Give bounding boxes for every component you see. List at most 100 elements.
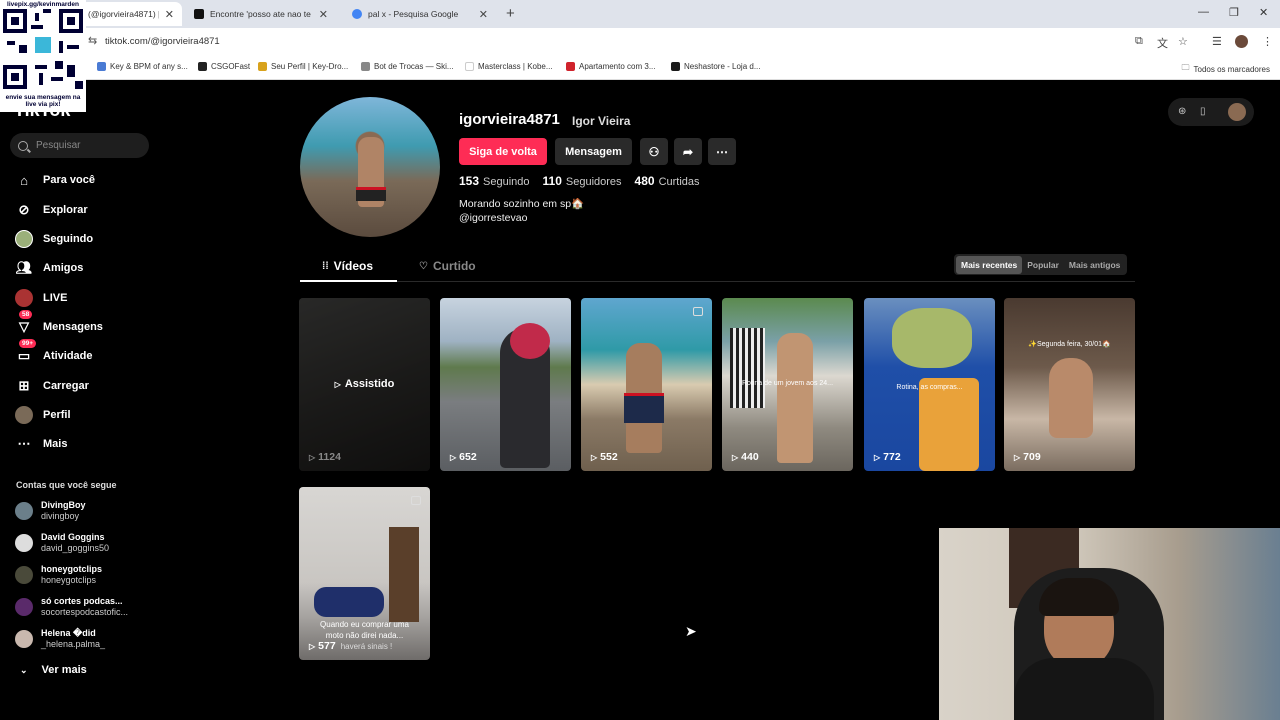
nav-live[interactable]: LIVE: [15, 288, 67, 308]
more-options-icon[interactable]: ⋯: [708, 138, 736, 165]
all-bookmarks-folder[interactable]: 🗀 Todos os marcadores: [1182, 62, 1270, 76]
stream-qr-overlay: livepix.gg/kevinmarden envie sua mensage…: [0, 0, 86, 112]
video-card[interactable]: Rotina, as compras... ▷ 772: [864, 298, 995, 471]
following-avatar: [15, 230, 33, 248]
profile-stats: 153 Seguindo 110 Seguidores 480 Curtidas: [459, 174, 713, 188]
share-icon[interactable]: ➦: [674, 138, 702, 165]
video-caption-line: moto não direi nada...: [325, 631, 404, 640]
bookmark-item[interactable]: Key & BPM of any s...: [97, 62, 188, 71]
bookmark-item[interactable]: Apartamento com 3...: [566, 62, 655, 71]
bookmark-star-icon[interactable]: ☆: [1178, 35, 1188, 48]
nav-following[interactable]: Seguindo: [15, 229, 93, 249]
restore-icon[interactable]: ❐: [1229, 6, 1239, 19]
add-friend-icon[interactable]: ⚇: [640, 138, 668, 165]
translate-icon[interactable]: 文: [1157, 35, 1168, 51]
cast-icon[interactable]: ⧉: [1135, 35, 1143, 48]
message-button[interactable]: Mensagem: [555, 138, 632, 165]
url-text[interactable]: tiktok.com/@igorvieira4871: [105, 36, 220, 47]
profile-avatar-large[interactable]: [300, 97, 440, 237]
bio-mention[interactable]: @igorrestevao: [459, 211, 584, 225]
bookmark-label: Masterclass | Kobe...: [478, 62, 553, 71]
bookmark-item[interactable]: Bot de Trocas — Ski...: [361, 62, 454, 71]
bookmark-item[interactable]: Neshastore - Loja d...: [671, 62, 760, 71]
bookmark-label: CSGOFast: [211, 62, 251, 71]
tab-liked[interactable]: ♡ Curtido: [419, 259, 476, 273]
bookmark-item[interactable]: Seu Perfil | Key-Dro...: [258, 62, 348, 71]
site-info-icon[interactable]: ⇆: [88, 34, 97, 47]
browser-tab-google[interactable]: pal x - Pesquisa Google ✕: [344, 2, 496, 26]
followed-account[interactable]: Helena �did _helena.palma_: [15, 628, 105, 650]
new-tab-icon[interactable]: +: [506, 5, 515, 22]
sort-popular[interactable]: Popular: [1022, 256, 1064, 274]
qr-code-icon: [3, 9, 83, 89]
bookmarks-bar: Key & BPM of any s... CSGOFast Seu Perfi…: [0, 55, 1280, 80]
reading-list-icon[interactable]: ☰: [1212, 35, 1222, 48]
browser-tab-tiktok[interactable]: (@igorvieira4871) | T ✕: [80, 2, 182, 26]
video-card[interactable]: Quando eu comprar uma moto não direi nad…: [299, 487, 430, 660]
tab-label: Vídeos: [333, 259, 374, 273]
search-box[interactable]: [10, 133, 149, 158]
nav-explore[interactable]: ⊘ Explorar: [15, 200, 88, 220]
clothes-figure: [730, 328, 765, 408]
profile-display-name: Igor Vieira: [572, 114, 631, 128]
person-figure: [777, 333, 813, 463]
followed-account[interactable]: DivingBoy divingboy: [15, 500, 86, 522]
nav-messages[interactable]: ▽ 58 Mensagens: [15, 310, 103, 337]
sort-oldest[interactable]: Mais antigos: [1064, 256, 1125, 274]
see-more-button[interactable]: ⌄ Ver mais: [20, 664, 87, 676]
likes-count: 480: [634, 174, 655, 188]
close-tab-icon[interactable]: ✕: [479, 8, 488, 21]
close-tab-icon[interactable]: ✕: [165, 8, 174, 21]
tab-title: (@igorvieira4871) | T: [88, 9, 159, 19]
tiktok-favicon-icon: [194, 9, 204, 19]
following-section-title: Contas que você segue: [16, 480, 117, 490]
bookmark-favicon-icon: [566, 62, 575, 71]
follow-back-button[interactable]: Siga de volta: [459, 138, 547, 165]
all-bookmarks-label: Todos os marcadores: [1193, 64, 1270, 74]
shorts-figure: [624, 393, 664, 423]
following-label: Seguindo: [483, 176, 530, 188]
following-stat[interactable]: 153 Seguindo: [459, 174, 530, 188]
browser-tab-bar: (@igorvieira4871) | T ✕ Encontre 'posso …: [0, 0, 1280, 28]
bookmark-item[interactable]: Masterclass | Kobe...: [465, 62, 553, 71]
photo-post-icon: [411, 496, 421, 505]
browser-profile-avatar[interactable]: [1235, 35, 1248, 48]
profile-bio: Morando sozinho em sp🏠 @igorrestevao: [459, 197, 584, 225]
video-card[interactable]: Rotina de um jovem aos 24... ▷ 440: [722, 298, 853, 471]
followed-account[interactable]: só cortes podcas... socortespodcastofic..…: [15, 596, 128, 618]
nav-activity[interactable]: ▭ 99+ Atividade: [15, 339, 93, 366]
video-card[interactable]: ▷ Assistido ▷ 1124: [299, 298, 430, 471]
followers-stat[interactable]: 110 Seguidores: [543, 174, 622, 188]
browser-menu-icon[interactable]: ⋮: [1262, 35, 1273, 48]
followed-account[interactable]: David Goggins david_goggins50: [15, 532, 109, 554]
friends-icon: 👥︎: [15, 260, 33, 275]
package-figure: [919, 378, 979, 471]
browser-tab-encontre[interactable]: Encontre 'posso ate nao te da' ✕: [186, 2, 336, 26]
nav-more[interactable]: ⋯ Mais: [15, 434, 68, 454]
video-card[interactable]: ▷ 552: [581, 298, 712, 471]
close-window-icon[interactable]: ✕: [1259, 6, 1268, 19]
nav-upload[interactable]: ⊞ Carregar: [15, 376, 89, 396]
search-input[interactable]: [36, 140, 136, 151]
tab-title: Encontre 'posso ate nao te da': [210, 9, 313, 19]
device-icon[interactable]: ▯: [1200, 106, 1206, 117]
followed-account[interactable]: honeygotclips honeygotclips: [15, 564, 102, 586]
activity-icon: ▭ 99+: [15, 339, 37, 365]
header-actions: ⊛ ▯: [1168, 98, 1254, 126]
sort-recent[interactable]: Mais recentes: [956, 255, 1023, 274]
coins-icon[interactable]: ⊛: [1178, 106, 1186, 117]
close-tab-icon[interactable]: ✕: [319, 8, 328, 21]
video-card[interactable]: ▷ 652: [440, 298, 571, 471]
video-card[interactable]: ✨Segunda feira, 30/01🏠 ▷ 709: [1004, 298, 1135, 471]
home-icon: ⌂: [20, 172, 28, 188]
bookmark-item[interactable]: CSGOFast: [198, 62, 250, 71]
nav-profile[interactable]: Perfil: [15, 405, 71, 425]
user-avatar[interactable]: [1228, 103, 1246, 121]
bookmark-favicon-icon: [465, 62, 474, 71]
following-count: 153: [459, 174, 480, 188]
minimize-icon[interactable]: —: [1198, 6, 1209, 18]
likes-stat: 480 Curtidas: [635, 174, 700, 188]
nav-for-you[interactable]: ⌂ Para você: [15, 170, 95, 190]
nav-friends[interactable]: 👥︎ Amigos: [15, 258, 84, 278]
tab-videos[interactable]: ⁞⁞ Vídeos: [322, 259, 373, 273]
